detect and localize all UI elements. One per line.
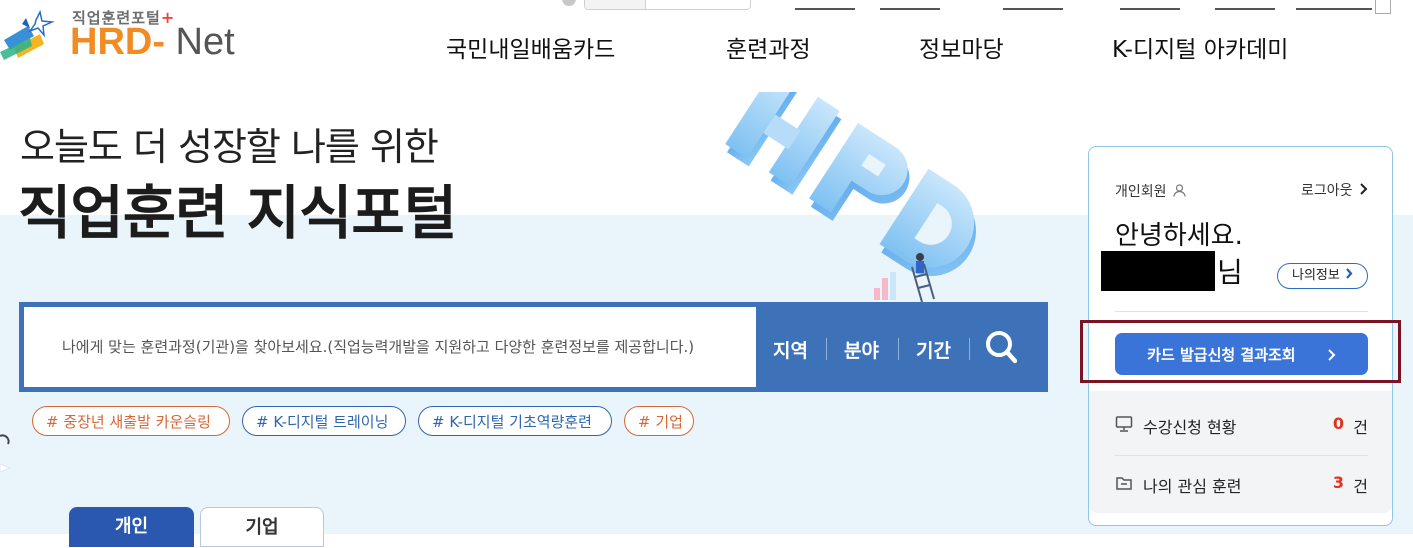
- sparkle-decoration-icon: [0, 434, 12, 473]
- stat-unit: 건: [1353, 418, 1368, 437]
- chevron-right-icon: [1346, 268, 1353, 279]
- stat-count: 0: [1332, 414, 1344, 433]
- logout-link[interactable]: 로그아웃: [1301, 180, 1368, 200]
- logout-label: 로그아웃: [1301, 183, 1353, 199]
- filter-period[interactable]: 기간: [916, 336, 951, 363]
- stat-label: 나의 관심 훈련: [1143, 477, 1242, 496]
- greeting-text: 안녕하세요.: [1115, 221, 1243, 251]
- filter-region[interactable]: 지역: [773, 336, 808, 363]
- filter-field[interactable]: 분야: [844, 336, 879, 363]
- member-type: 개인회원: [1115, 181, 1186, 201]
- honorific-text: 님: [1217, 256, 1243, 289]
- hrd-3d-illustration: [725, 92, 976, 303]
- filter-separator: [898, 338, 899, 360]
- search-bar: 지역 분야 기간: [19, 302, 1048, 392]
- stats-divider: [1115, 455, 1368, 456]
- redacted-username: [1101, 251, 1215, 291]
- filter-separator: [826, 338, 827, 360]
- tag-company[interactable]: # 기업: [624, 406, 694, 436]
- nav-item-info[interactable]: 정보마당: [919, 30, 1004, 64]
- tab-individual[interactable]: 개인: [69, 507, 194, 547]
- tag-middle-aged-counseling[interactable]: # 중장년 새출발 카운슬링: [32, 406, 230, 436]
- nav-item-courses[interactable]: 훈련과정: [726, 30, 811, 64]
- hero-title: 직업훈련 지식포털: [18, 179, 457, 247]
- folder-icon: [1116, 477, 1132, 490]
- nav-item-k-digital[interactable]: K-디지털 아카데미: [1112, 30, 1288, 64]
- stat-unit: 건: [1353, 477, 1368, 496]
- toggle-dot[interactable]: [562, 0, 576, 6]
- search-icon[interactable]: [985, 330, 1017, 364]
- tag-k-digital-basic[interactable]: # K-디지털 기초역량훈련: [418, 406, 612, 436]
- search-input[interactable]: [24, 307, 756, 387]
- tag-k-digital-training[interactable]: # K-디지털 트레이닝: [242, 406, 406, 436]
- my-info-button[interactable]: 나의정보: [1277, 263, 1368, 289]
- member-type-label: 개인회원: [1115, 184, 1167, 200]
- main-navigation: 국민내일배움카드 훈련과정 정보마당 K-디지털 아카데미: [0, 30, 1413, 70]
- stat-enrollment[interactable]: 수강신청 현황 0 건: [1115, 405, 1368, 445]
- tab-company[interactable]: 기업: [200, 507, 324, 547]
- filter-separator: [969, 338, 970, 360]
- panel-divider: [1115, 311, 1368, 312]
- chevron-right-icon: [1360, 183, 1368, 195]
- stats-area: 수강신청 현황 0 건 나의 관심 훈련 3 건: [1089, 391, 1392, 513]
- highlight-box: [1080, 320, 1401, 383]
- stat-count: 3: [1332, 473, 1344, 492]
- stat-interest[interactable]: 나의 관심 훈련 3 건: [1115, 464, 1368, 504]
- hero-subtitle: 오늘도 더 성장할 나를 위한: [20, 125, 439, 169]
- stat-label: 수강신청 현황: [1143, 418, 1237, 437]
- my-info-label: 나의정보: [1292, 268, 1340, 283]
- nav-item-card[interactable]: 국민내일배움카드: [446, 30, 615, 64]
- font-size-toggle[interactable]: [584, 0, 751, 10]
- user-icon: [1173, 184, 1186, 197]
- monitor-icon: [1115, 416, 1133, 432]
